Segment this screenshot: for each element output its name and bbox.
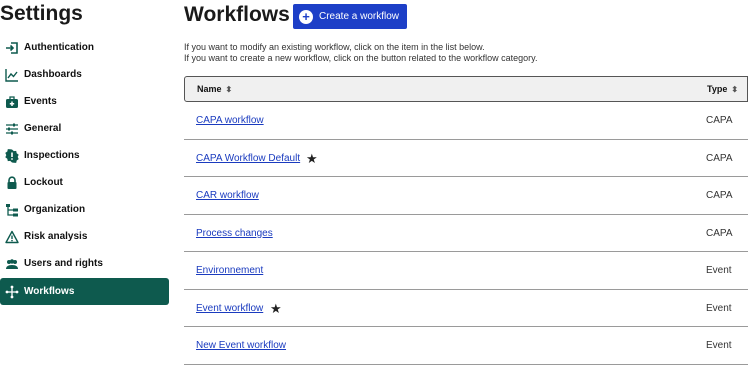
- sidebar-item-label: Users and rights: [24, 258, 103, 269]
- page-title: Workflows: [184, 3, 290, 26]
- workflow-link[interactable]: CAPA workflow: [196, 115, 264, 126]
- medkit-icon: [5, 95, 19, 109]
- workflow-type: CAPA: [706, 115, 733, 126]
- users-icon: [5, 257, 19, 271]
- create-workflow-label: Create a workflow: [319, 11, 400, 22]
- table-row: Process changes CAPA: [184, 215, 748, 252]
- sidebar-title: Settings: [0, 2, 83, 25]
- table-header: Name ⬍ Type ⬍: [184, 76, 748, 102]
- sidebar-item-users-and-rights[interactable]: Users and rights: [0, 250, 170, 277]
- sidebar-item-events[interactable]: Events: [0, 88, 170, 115]
- sidebar-item-dashboards[interactable]: Dashboards: [0, 61, 170, 88]
- lock-icon: [5, 175, 19, 190]
- workflow-type: Event: [706, 340, 732, 351]
- workflow-link[interactable]: New Event workflow: [196, 340, 286, 351]
- sidebar-item-label: General: [24, 123, 62, 134]
- intro-line-1: If you want to modify an existing workfl…: [184, 42, 485, 52]
- sidebar-nav: Authentication Dashboards Events General: [0, 34, 170, 305]
- sidebar: Settings Authentication Dashboards Event…: [0, 0, 170, 369]
- sort-icon: ⬍: [225, 84, 233, 94]
- sidebar-item-label: Inspections: [24, 150, 80, 161]
- intro-line-2: If you want to create a new workflow, cl…: [184, 53, 538, 63]
- sort-icon: ⬍: [731, 84, 739, 94]
- sidebar-item-label: Risk analysis: [24, 231, 88, 242]
- workflow-link[interactable]: CAPA Workflow Default: [196, 153, 300, 164]
- sidebar-item-lockout[interactable]: Lockout: [0, 169, 170, 196]
- table-row: CAR workflow CAPA: [184, 177, 748, 215]
- sidebar-item-label: Workflows: [24, 286, 75, 297]
- warning-triangle-icon: [5, 230, 19, 244]
- workflow-type: CAPA: [706, 152, 733, 164]
- sign-in-icon: [5, 41, 19, 55]
- sidebar-item-label: Authentication: [24, 42, 94, 53]
- column-header-type[interactable]: Type ⬍: [707, 84, 738, 94]
- workflow-link[interactable]: Environnement: [196, 265, 263, 276]
- sidebar-item-label: Dashboards: [24, 69, 82, 80]
- workflow-link[interactable]: Process changes: [196, 228, 273, 239]
- table-row: Environnement Event: [184, 252, 748, 290]
- sidebar-item-label: Events: [24, 96, 57, 107]
- star-icon: ★: [270, 300, 282, 316]
- sidebar-item-inspections[interactable]: Inspections: [0, 142, 170, 169]
- line-chart-icon: [5, 68, 19, 82]
- workflow-type: CAPA: [706, 190, 733, 201]
- sliders-icon: [5, 122, 19, 136]
- workflows-table: Name ⬍ Type ⬍ CAPA workflow CAPA CAPA Wo…: [184, 76, 748, 365]
- create-workflow-button[interactable]: + Create a workflow: [293, 4, 407, 29]
- sidebar-item-authentication[interactable]: Authentication: [0, 34, 170, 61]
- table-row: CAPA Workflow Default ★ CAPA: [184, 140, 748, 177]
- plus-circle-icon: +: [299, 9, 313, 24]
- column-header-label: Type: [707, 84, 728, 94]
- workflow-icon: [5, 285, 19, 299]
- column-header-label: Name: [197, 84, 222, 94]
- column-header-name[interactable]: Name ⬍: [197, 84, 232, 94]
- workflow-type: CAPA: [706, 227, 733, 239]
- workflow-type: Event: [706, 302, 732, 314]
- sidebar-item-workflows[interactable]: Workflows: [0, 278, 169, 305]
- workflow-link[interactable]: Event workflow: [196, 303, 263, 314]
- star-icon: ★: [306, 150, 318, 166]
- alert-badge-icon: [5, 148, 19, 163]
- workflow-link[interactable]: CAR workflow: [196, 190, 259, 201]
- sidebar-item-organization[interactable]: Organization: [0, 196, 170, 223]
- table-row: Event workflow ★ Event: [184, 290, 748, 327]
- sidebar-item-label: Lockout: [24, 177, 63, 188]
- table-row: CAPA workflow CAPA: [184, 102, 748, 140]
- table-row: New Event workflow Event: [184, 327, 748, 365]
- workflow-type: Event: [706, 265, 732, 276]
- sidebar-item-risk-analysis[interactable]: Risk analysis: [0, 223, 170, 250]
- sidebar-item-label: Organization: [24, 204, 86, 215]
- intro-text: If you want to modify an existing workfl…: [184, 42, 538, 64]
- sidebar-item-general[interactable]: General: [0, 115, 170, 142]
- hierarchy-icon: [5, 203, 19, 217]
